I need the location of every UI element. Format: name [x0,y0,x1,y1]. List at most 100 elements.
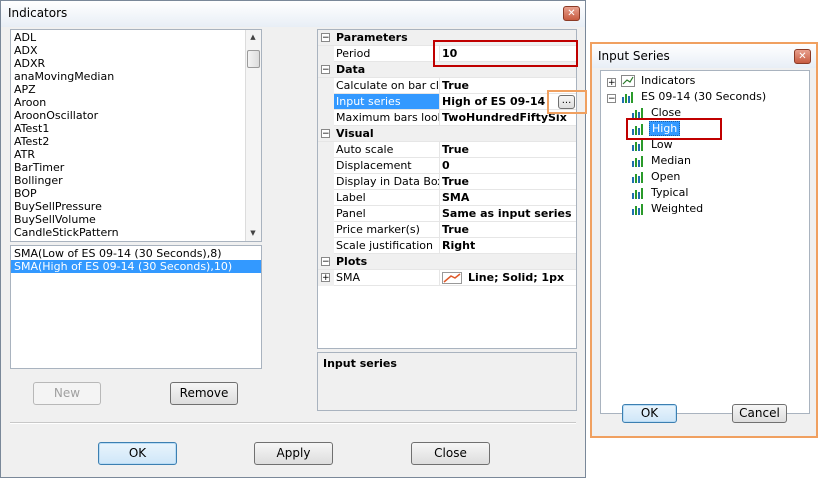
auto-scale-label: Auto scale [334,142,440,157]
tree-node-instrument[interactable]: − ES 09-14 (30 Seconds) [607,89,768,105]
label-label: Label [334,190,440,205]
price-marker-label: Price marker(s) [334,222,440,237]
scale-justification-value[interactable]: Right [442,238,576,253]
scroll-up-arrow-icon[interactable]: ▲ [246,30,260,44]
period-label: Period [334,46,440,61]
bar-chart-icon [632,172,643,183]
indicator-list-item[interactable]: ADXR [11,57,261,70]
scroll-thumb[interactable] [247,50,260,68]
tree-node-label: Median [651,154,692,167]
indicator-list-item[interactable]: BarTimer [11,161,261,174]
bar-chart-icon [632,188,643,199]
indicator-list-item[interactable]: ATR [11,148,261,161]
indicator-list-item[interactable]: ATest1 [11,122,261,135]
tree-node-open[interactable]: Open [631,169,682,185]
collapse-icon[interactable]: − [321,257,330,267]
maximum-bars-label: Maximum bars look b [334,110,440,125]
window-title: Indicators [8,6,68,20]
label-value[interactable]: SMA [442,190,576,205]
property-row-sma-plot[interactable]: + SMA Line; Solid; 1px [318,270,576,286]
bar-chart-icon [622,92,633,103]
bar-chart-icon [632,156,643,167]
property-grid: − Parameters Period 10 − Data Calculate … [317,29,577,349]
indicator-list[interactable]: ADL ADX ADXR anaMovingMedian APZ Aroon AroonOs… [10,29,262,242]
indicator-list-item[interactable]: Bollinger [11,174,261,187]
tree-node-label: Weighted [651,202,704,215]
scroll-down-arrow-icon[interactable]: ▼ [246,226,260,240]
indicator-list-item[interactable]: ADL [11,31,261,44]
property-row-label[interactable]: Label SMA [318,190,576,206]
new-button[interactable]: New [33,382,101,405]
ok-button[interactable]: OK [98,442,177,465]
indicator-icon [621,75,635,87]
calculate-label: Calculate on bar clos [336,78,440,93]
category-visual[interactable]: − Visual [318,126,576,142]
cancel-button[interactable]: Cancel [732,404,787,423]
property-row-maximum-bars[interactable]: Maximum bars look b TwoHundredFiftySix [318,110,576,126]
indicator-list-item[interactable]: CandleStickPattern [11,226,261,239]
ok-button[interactable]: OK [622,404,677,423]
expand-icon[interactable]: + [607,78,616,88]
indicator-list-item[interactable]: BOP [11,187,261,200]
input-series-label: Input series [334,94,440,109]
auto-scale-value[interactable]: True [442,142,576,157]
indicator-list-item[interactable]: ATest2 [11,135,261,148]
bar-chart-icon [632,204,643,215]
displacement-label: Displacement [334,158,440,173]
property-row-auto-scale[interactable]: Auto scale True [318,142,576,158]
remove-button[interactable]: Remove [170,382,238,405]
applied-indicators-list[interactable]: SMA(Low of ES 09-14 (30 Seconds),8) SMA(H… [10,245,262,369]
property-row-input-series[interactable]: Input series High of ES 09-14 (30 [318,94,576,110]
panel-value[interactable]: Same as input series [442,206,576,221]
indicator-list-item[interactable]: AroonOscillator [11,109,261,122]
tree-node-weighted[interactable]: Weighted [631,201,705,217]
property-row-displacement[interactable]: Displacement 0 [318,158,576,174]
displacement-value[interactable]: 0 [442,158,576,173]
indicator-list-item[interactable]: BuySellPressure [11,200,261,213]
property-row-price-marker[interactable]: Price marker(s) True [318,222,576,238]
indicator-list-scrollbar[interactable]: ▲ ▼ [245,30,261,241]
indicator-list-item[interactable]: ADX [11,44,261,57]
high-highlight-box [626,118,722,140]
applied-indicator-item[interactable]: SMA(High of ES 09-14 (30 Seconds),10) [11,260,261,273]
indicators-title-bar: Indicators ✕ [1,1,585,27]
indicator-list-item[interactable]: BuySellVolume [11,213,261,226]
category-plots[interactable]: − Plots [318,254,576,270]
expand-icon[interactable]: + [321,273,330,283]
apply-button[interactable]: Apply [254,442,333,465]
input-series-value[interactable]: High of ES 09-14 (30 [442,94,550,109]
line-style-icon [442,272,462,284]
property-row-panel[interactable]: Panel Same as input series [318,206,576,222]
collapse-icon[interactable]: − [321,33,330,43]
price-marker-value[interactable]: True [442,222,576,237]
input-series-window: Input Series ✕ + Indicators − ES 09-14 (30… [590,42,818,438]
close-icon[interactable]: ✕ [794,49,811,64]
indicator-list-item[interactable]: Aroon [11,96,261,109]
property-row-calculate[interactable]: Calculate on bar clos True [318,78,576,94]
period-highlight-box [433,40,578,67]
tree-node-indicators[interactable]: + Indicators [607,73,697,89]
data-box-value[interactable]: True [442,174,576,189]
input-series-title-bar: Input Series ✕ [592,44,816,68]
property-description: Input series [317,352,577,411]
property-row-scale-justification[interactable]: Scale justification Right [318,238,576,254]
data-box-label: Display in Data Box [336,174,440,189]
indicators-window: Indicators ✕ ADL ADX ADXR anaMovingMedian AP… [0,0,587,478]
browse-button-highlight [547,90,587,114]
collapse-icon[interactable]: − [321,129,330,139]
close-button[interactable]: Close [411,442,490,465]
scale-justification-label: Scale justification [334,238,440,253]
separator [10,422,576,424]
indicator-list-item[interactable]: APZ [11,83,261,96]
collapse-icon[interactable]: − [607,94,616,104]
property-row-data-box[interactable]: Display in Data Box True [318,174,576,190]
tree-node-typical[interactable]: Typical [631,185,690,201]
window-title: Input Series [598,49,670,63]
indicator-list-item[interactable]: anaMovingMedian [11,70,261,83]
close-icon[interactable]: ✕ [563,6,580,21]
tree-node-median[interactable]: Median [631,153,693,169]
description-title: Input series [323,357,397,370]
collapse-icon[interactable]: − [321,65,330,75]
applied-indicator-item[interactable]: SMA(Low of ES 09-14 (30 Seconds),8) [11,247,261,260]
sma-plot-value[interactable]: Line; Solid; 1px [442,270,576,285]
